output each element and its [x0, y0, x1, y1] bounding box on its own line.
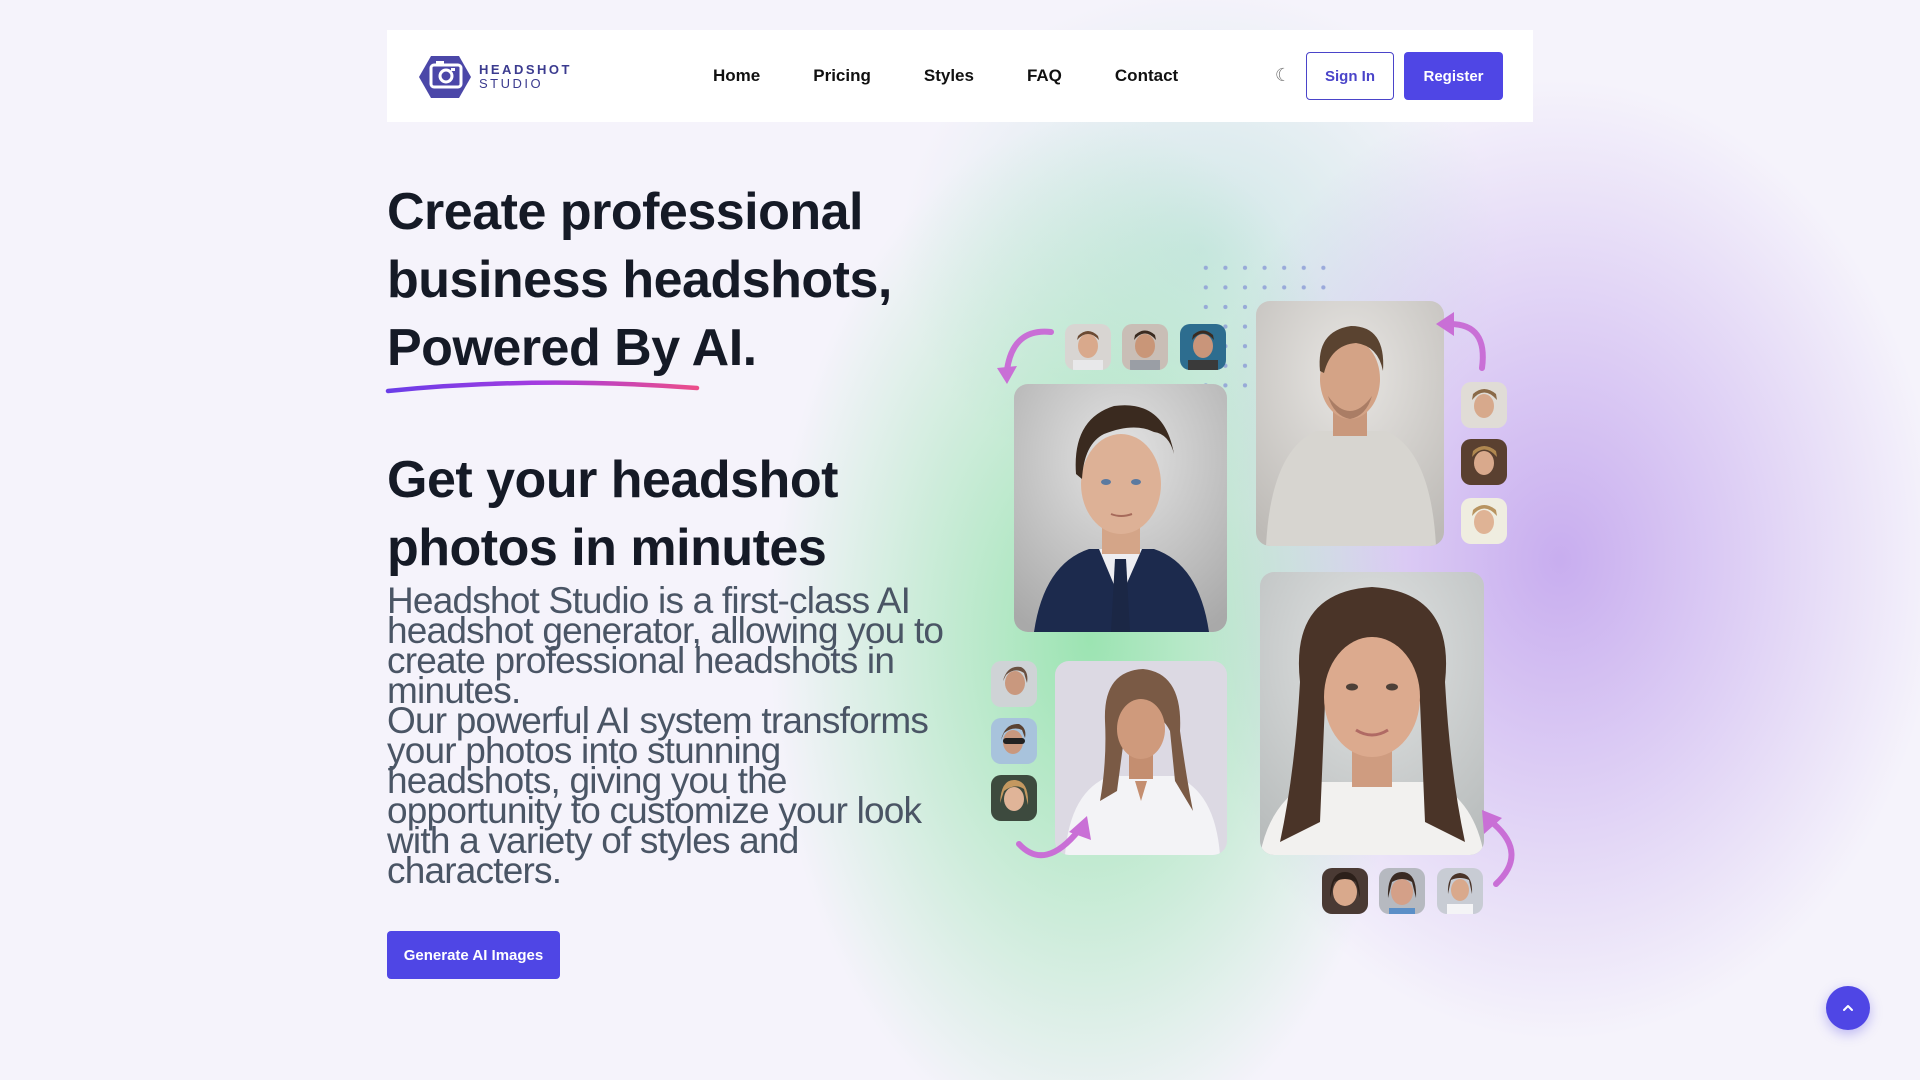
- thumb-man-tshirt-2: [1461, 439, 1507, 485]
- register-button[interactable]: Register: [1404, 52, 1503, 100]
- sign-in-button[interactable]: Sign In: [1306, 52, 1394, 100]
- photo-woman-portrait: [1260, 572, 1484, 855]
- hero-description: Headshot Studio is a first-class AI head…: [387, 580, 957, 891]
- nav-styles[interactable]: Styles: [924, 66, 974, 86]
- hero-subtitle-line1: Get your headshot: [387, 451, 838, 509]
- generate-ai-images-button[interactable]: Generate AI Images: [387, 931, 560, 979]
- nav-home[interactable]: Home: [713, 66, 760, 86]
- hero-subtitle: Get your headshot photos in minutes: [387, 446, 947, 582]
- photo-man-tshirt: [1256, 301, 1444, 546]
- scroll-to-top-button[interactable]: [1826, 986, 1870, 1030]
- hero-description-p2: Our powerful AI system transforms your p…: [387, 700, 929, 891]
- nav-contact[interactable]: Contact: [1115, 66, 1178, 86]
- logo-text-headshot: HEADSHOT: [479, 62, 572, 77]
- thumb-man-tshirt-3: [1461, 498, 1507, 544]
- photo-man-suit: [1014, 384, 1227, 632]
- main-nav: Home Pricing Styles FAQ Contact: [713, 30, 1231, 122]
- logo[interactable]: HEADSHOT STUDIO: [417, 54, 572, 100]
- hero-title-line3: Powered By AI.: [387, 319, 757, 377]
- curved-arrow-icon: [997, 328, 1054, 384]
- thumb-man-suit-3: [1180, 324, 1226, 370]
- moon-icon[interactable]: ☾: [1272, 64, 1294, 86]
- camera-hexagon-icon: [417, 54, 473, 100]
- hero-title-line2: business headshots,: [387, 251, 892, 309]
- thumb-man-tshirt-1: [1461, 382, 1507, 428]
- hero-title-line1: Create professional: [387, 183, 864, 241]
- headshot-collage: [0, 0, 1920, 1080]
- thumb-woman-portrait-1: [1322, 868, 1368, 914]
- nav-faq[interactable]: FAQ: [1027, 66, 1062, 86]
- site-header: HEADSHOT STUDIO Home Pricing Styles FAQ …: [387, 30, 1533, 122]
- thumb-man-suit-1: [1065, 324, 1111, 370]
- thumb-woman-portrait-3: [1437, 868, 1483, 914]
- title-underline: [385, 380, 700, 394]
- nav-pricing[interactable]: Pricing: [813, 66, 871, 86]
- thumb-woman-blouse-2: [991, 718, 1037, 764]
- thumb-woman-portrait-2: [1379, 868, 1425, 914]
- logo-text-studio: STUDIO: [479, 76, 544, 91]
- hero-title: Create professional business headshots, …: [387, 178, 947, 382]
- photo-woman-blouse: [1055, 661, 1227, 855]
- thumb-man-suit-2: [1122, 324, 1168, 370]
- chevron-up-icon: [1843, 1005, 1853, 1011]
- hero-subtitle-line2: photos in minutes: [387, 519, 827, 577]
- hero-description-p1: Headshot Studio is a first-class AI head…: [387, 580, 944, 711]
- thumb-woman-blouse-3: [991, 775, 1037, 821]
- thumb-woman-blouse-1: [991, 661, 1037, 707]
